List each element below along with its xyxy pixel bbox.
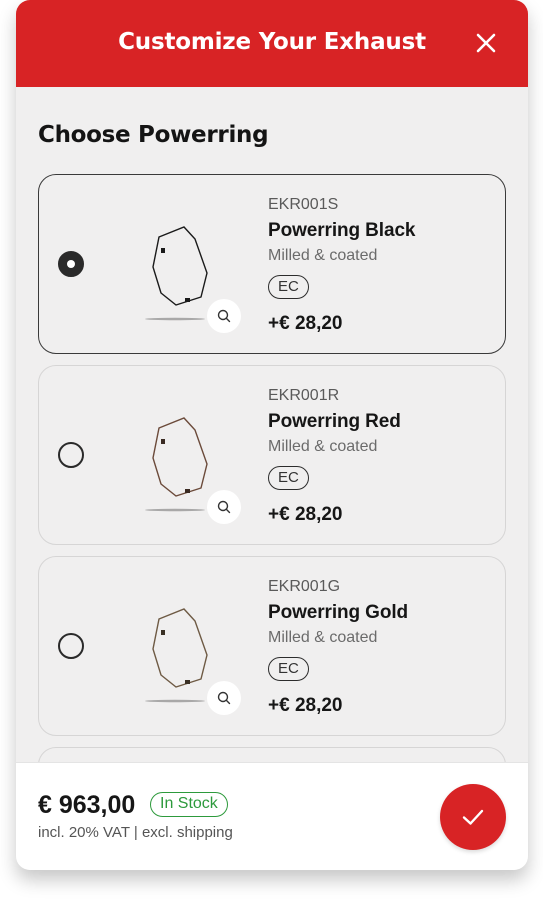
option-price: +€ 28,20 xyxy=(268,695,343,716)
option-price: +€ 28,20 xyxy=(268,504,343,525)
radio-unselected[interactable] xyxy=(58,442,84,468)
option-desc: Milled & coated xyxy=(268,438,378,455)
zoom-button[interactable] xyxy=(207,490,241,524)
check-icon xyxy=(462,809,484,825)
powerring-red-image xyxy=(145,417,208,512)
zoom-button[interactable] xyxy=(207,299,241,333)
section-title: Choose Powerring xyxy=(38,122,269,148)
vat-note: incl. 20% VAT | excl. shipping xyxy=(38,824,233,841)
modal-header: Customize Your Exhaust xyxy=(16,0,528,87)
stock-badge: In Stock xyxy=(150,792,228,817)
option-card-black[interactable]: EKR001S Powerring Black Milled & coated … xyxy=(38,174,506,354)
confirm-button[interactable] xyxy=(440,784,506,850)
magnifier-icon xyxy=(217,309,231,323)
close-button[interactable] xyxy=(474,31,498,55)
magnifier-icon xyxy=(217,500,231,514)
customize-modal: Customize Your Exhaust Choose Powerring … xyxy=(16,0,528,870)
total-price: € 963,00 xyxy=(38,791,136,819)
powerring-black-image xyxy=(145,226,208,321)
radio-unselected[interactable] xyxy=(58,633,84,659)
option-name: Powerring Red xyxy=(268,411,401,432)
option-card-red[interactable]: EKR001R Powerring Red Milled & coated EC… xyxy=(38,365,506,545)
option-price: +€ 28,20 xyxy=(268,313,343,334)
option-sku: EKR001G xyxy=(268,578,341,595)
option-info: EKR001S Powerring Black Milled & coated … xyxy=(268,195,415,335)
zoom-button[interactable] xyxy=(207,681,241,715)
option-desc: Milled & coated xyxy=(268,247,378,264)
option-desc: Milled & coated xyxy=(268,629,378,646)
option-sku: EKR001S xyxy=(268,196,339,213)
magnifier-icon xyxy=(217,691,231,705)
option-sku: EKR001R xyxy=(268,387,340,404)
option-name: Powerring Gold xyxy=(268,602,409,623)
summary-footer: € 963,00 In Stock incl. 20% VAT | excl. … xyxy=(16,762,528,870)
modal-title: Customize Your Exhaust xyxy=(118,29,426,55)
powerring-gold-image xyxy=(145,608,208,703)
option-badge: EC xyxy=(268,275,309,299)
radio-selected[interactable] xyxy=(58,251,84,277)
option-card-gold[interactable]: EKR001G Powerring Gold Milled & coated E… xyxy=(38,556,506,736)
option-info: EKR001R Powerring Red Milled & coated EC… xyxy=(268,386,401,526)
option-badge: EC xyxy=(268,466,309,490)
option-badge: EC xyxy=(268,657,309,681)
close-icon xyxy=(476,33,496,53)
option-name: Powerring Black xyxy=(268,220,416,241)
option-info: EKR001G Powerring Gold Milled & coated E… xyxy=(268,577,408,717)
